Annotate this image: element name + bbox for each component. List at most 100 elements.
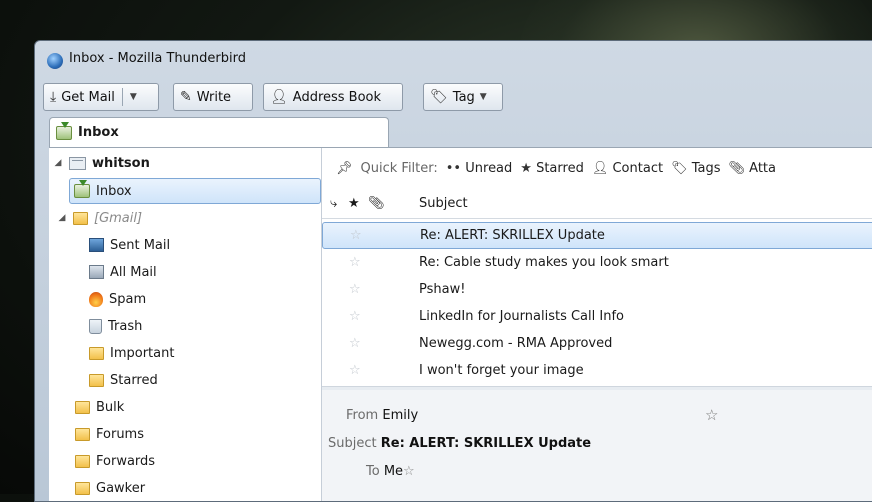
folder-all-mail[interactable]: All Mail [49,259,321,285]
folder-icon [89,346,104,360]
filter-starred-button[interactable]: ★ Starred [520,161,584,176]
folder-forwards[interactable]: Forwards [49,448,321,474]
folder-icon [75,454,90,468]
pencil-icon: ✎ [180,89,192,105]
folder-sent-mail[interactable]: Sent Mail [49,232,321,258]
quick-filter-label: Quick Filter: [360,160,438,176]
write-label: Write [196,89,232,105]
star-icon[interactable]: ☆ [705,406,718,424]
folder-label: Sent Mail [110,237,171,253]
filter-unread-button[interactable]: •• Unread [446,161,513,176]
folder-icon [89,373,104,387]
message-list-header: ⤷ ★ 📎︎ Subject [322,190,872,219]
thread-column-icon[interactable]: ⤷ [330,196,337,211]
account-label: whitson [92,155,150,171]
from-label: From [346,408,379,423]
folder-trash[interactable]: Trash [49,313,321,339]
tag-button[interactable]: 🏷︎ Tag ▼ [423,83,503,111]
message-row[interactable]: ☆ Newegg.com - RMA Approved [322,330,872,357]
folder-label: Gawker [96,480,146,496]
filter-starred-label: Starred [536,160,584,176]
address-book-label: Address Book [292,89,382,105]
star-icon[interactable]: ☆ [349,282,361,297]
split-divider [121,88,123,106]
message-row[interactable]: ☆ Pshaw! [322,276,872,303]
pin-icon[interactable]: 📌︎ [336,161,353,176]
message-row[interactable]: ☆ Re: ALERT: SKRILLEX Update [322,222,872,249]
filter-tags-label: Tags [691,160,721,176]
from-value[interactable]: Emily [382,408,418,423]
folder-important[interactable]: Important [49,340,321,366]
folder-label: Starred [110,372,158,388]
paperclip-icon: 📎︎ [728,160,746,176]
folder-label: Important [110,345,175,361]
star-icon[interactable]: ☆ [350,228,362,243]
chevron-down-icon: ▼ [479,92,487,102]
window-title: Inbox - Mozilla Thunderbird [69,51,246,66]
main-toolbar: ⤓ Get Mail ▼ ✎ Write 👤︎ Address Book 🏷︎ … [43,83,872,113]
folder-label: Forwards [96,453,156,469]
title-bar[interactable]: Inbox - Mozilla Thunderbird [35,41,872,77]
collapse-icon[interactable]: ◢ [53,158,63,168]
unread-icon: •• [445,160,462,176]
folder-starred[interactable]: Starred [49,367,321,393]
address-book-button[interactable]: 👤︎ Address Book [263,83,403,111]
write-button[interactable]: ✎ Write [173,83,253,111]
get-mail-label: Get Mail [61,89,115,105]
tab-content: ◢ whitson Inbox ◢ [Gmail] Sent Mail All … [49,147,872,501]
star-column-icon[interactable]: ★ [348,196,360,211]
star-icon[interactable]: ☆ [403,464,415,479]
to-value[interactable]: Me [384,464,403,479]
tag-icon: 🏷︎ [671,160,688,176]
folder-icon [75,481,90,495]
contact-card-icon: 👤︎ [270,89,288,105]
filter-attachment-button[interactable]: 📎︎ Atta [729,161,776,176]
quick-filter-bar: 📌︎ Quick Filter: •• Unread ★ Starred 👤︎ … [322,148,872,188]
star-icon[interactable]: ☆ [349,336,361,351]
header-subject-row: Subject Re: ALERT: SKRILLEX Update [328,436,591,451]
folder-bulk[interactable]: Bulk [49,394,321,420]
tab-inbox[interactable]: Inbox [49,117,389,147]
subject-label: Subject [328,436,377,451]
trash-icon [89,318,102,334]
message-row[interactable]: ☆ Re: Cable study makes you look smart [322,249,872,276]
filter-contact-button[interactable]: 👤︎ Contact [592,161,663,176]
folder-inbox[interactable]: Inbox [69,178,321,204]
message-subject: Re: Cable study makes you look smart [419,255,669,270]
message-row[interactable]: ☆ LinkedIn for Journalists Call Info [322,303,872,330]
header-to-row: To Me☆ [366,464,415,479]
filter-unread-label: Unread [465,160,513,176]
folder-icon [75,400,90,414]
collapse-icon[interactable]: ◢ [57,213,67,223]
folder-label: Spam [109,291,147,307]
star-icon[interactable]: ☆ [349,363,361,378]
folder-spam[interactable]: Spam [49,286,321,312]
folder-forums[interactable]: Forums [49,421,321,447]
message-row[interactable]: ☆ I won't forget your image [322,357,872,384]
chevron-down-icon[interactable]: ▼ [130,92,137,102]
folder-gawker[interactable]: Gawker [49,475,321,501]
message-subject: Newegg.com - RMA Approved [419,336,613,351]
thunderbird-window: Inbox - Mozilla Thunderbird ⤓ Get Mail ▼… [34,40,872,502]
folder-label: [Gmail] [94,210,143,226]
tag-icon: 🏷︎ [430,89,448,105]
inbox-icon [56,121,72,140]
spam-icon [89,291,103,307]
subject-column-header[interactable]: Subject [419,196,468,211]
sent-mail-icon [89,238,104,252]
tag-label: Tag [452,89,475,105]
message-subject: I won't forget your image [419,363,584,378]
subject-value: Re: ALERT: SKRILLEX Update [380,436,592,451]
account-icon [69,156,86,170]
star-icon[interactable]: ☆ [349,309,361,324]
folder-account[interactable]: ◢ whitson [49,150,321,176]
folder-icon [73,211,88,225]
filter-tags-button[interactable]: 🏷︎ Tags [671,161,720,176]
attachment-column-icon[interactable]: 📎︎ [368,196,385,211]
star-icon[interactable]: ☆ [349,255,361,270]
folder-gmail[interactable]: ◢ [Gmail] [49,205,321,231]
get-mail-button[interactable]: ⤓ Get Mail ▼ [43,83,159,111]
tab-inbox-label: Inbox [78,125,119,140]
folder-icon [75,427,90,441]
folder-label: All Mail [110,264,157,280]
